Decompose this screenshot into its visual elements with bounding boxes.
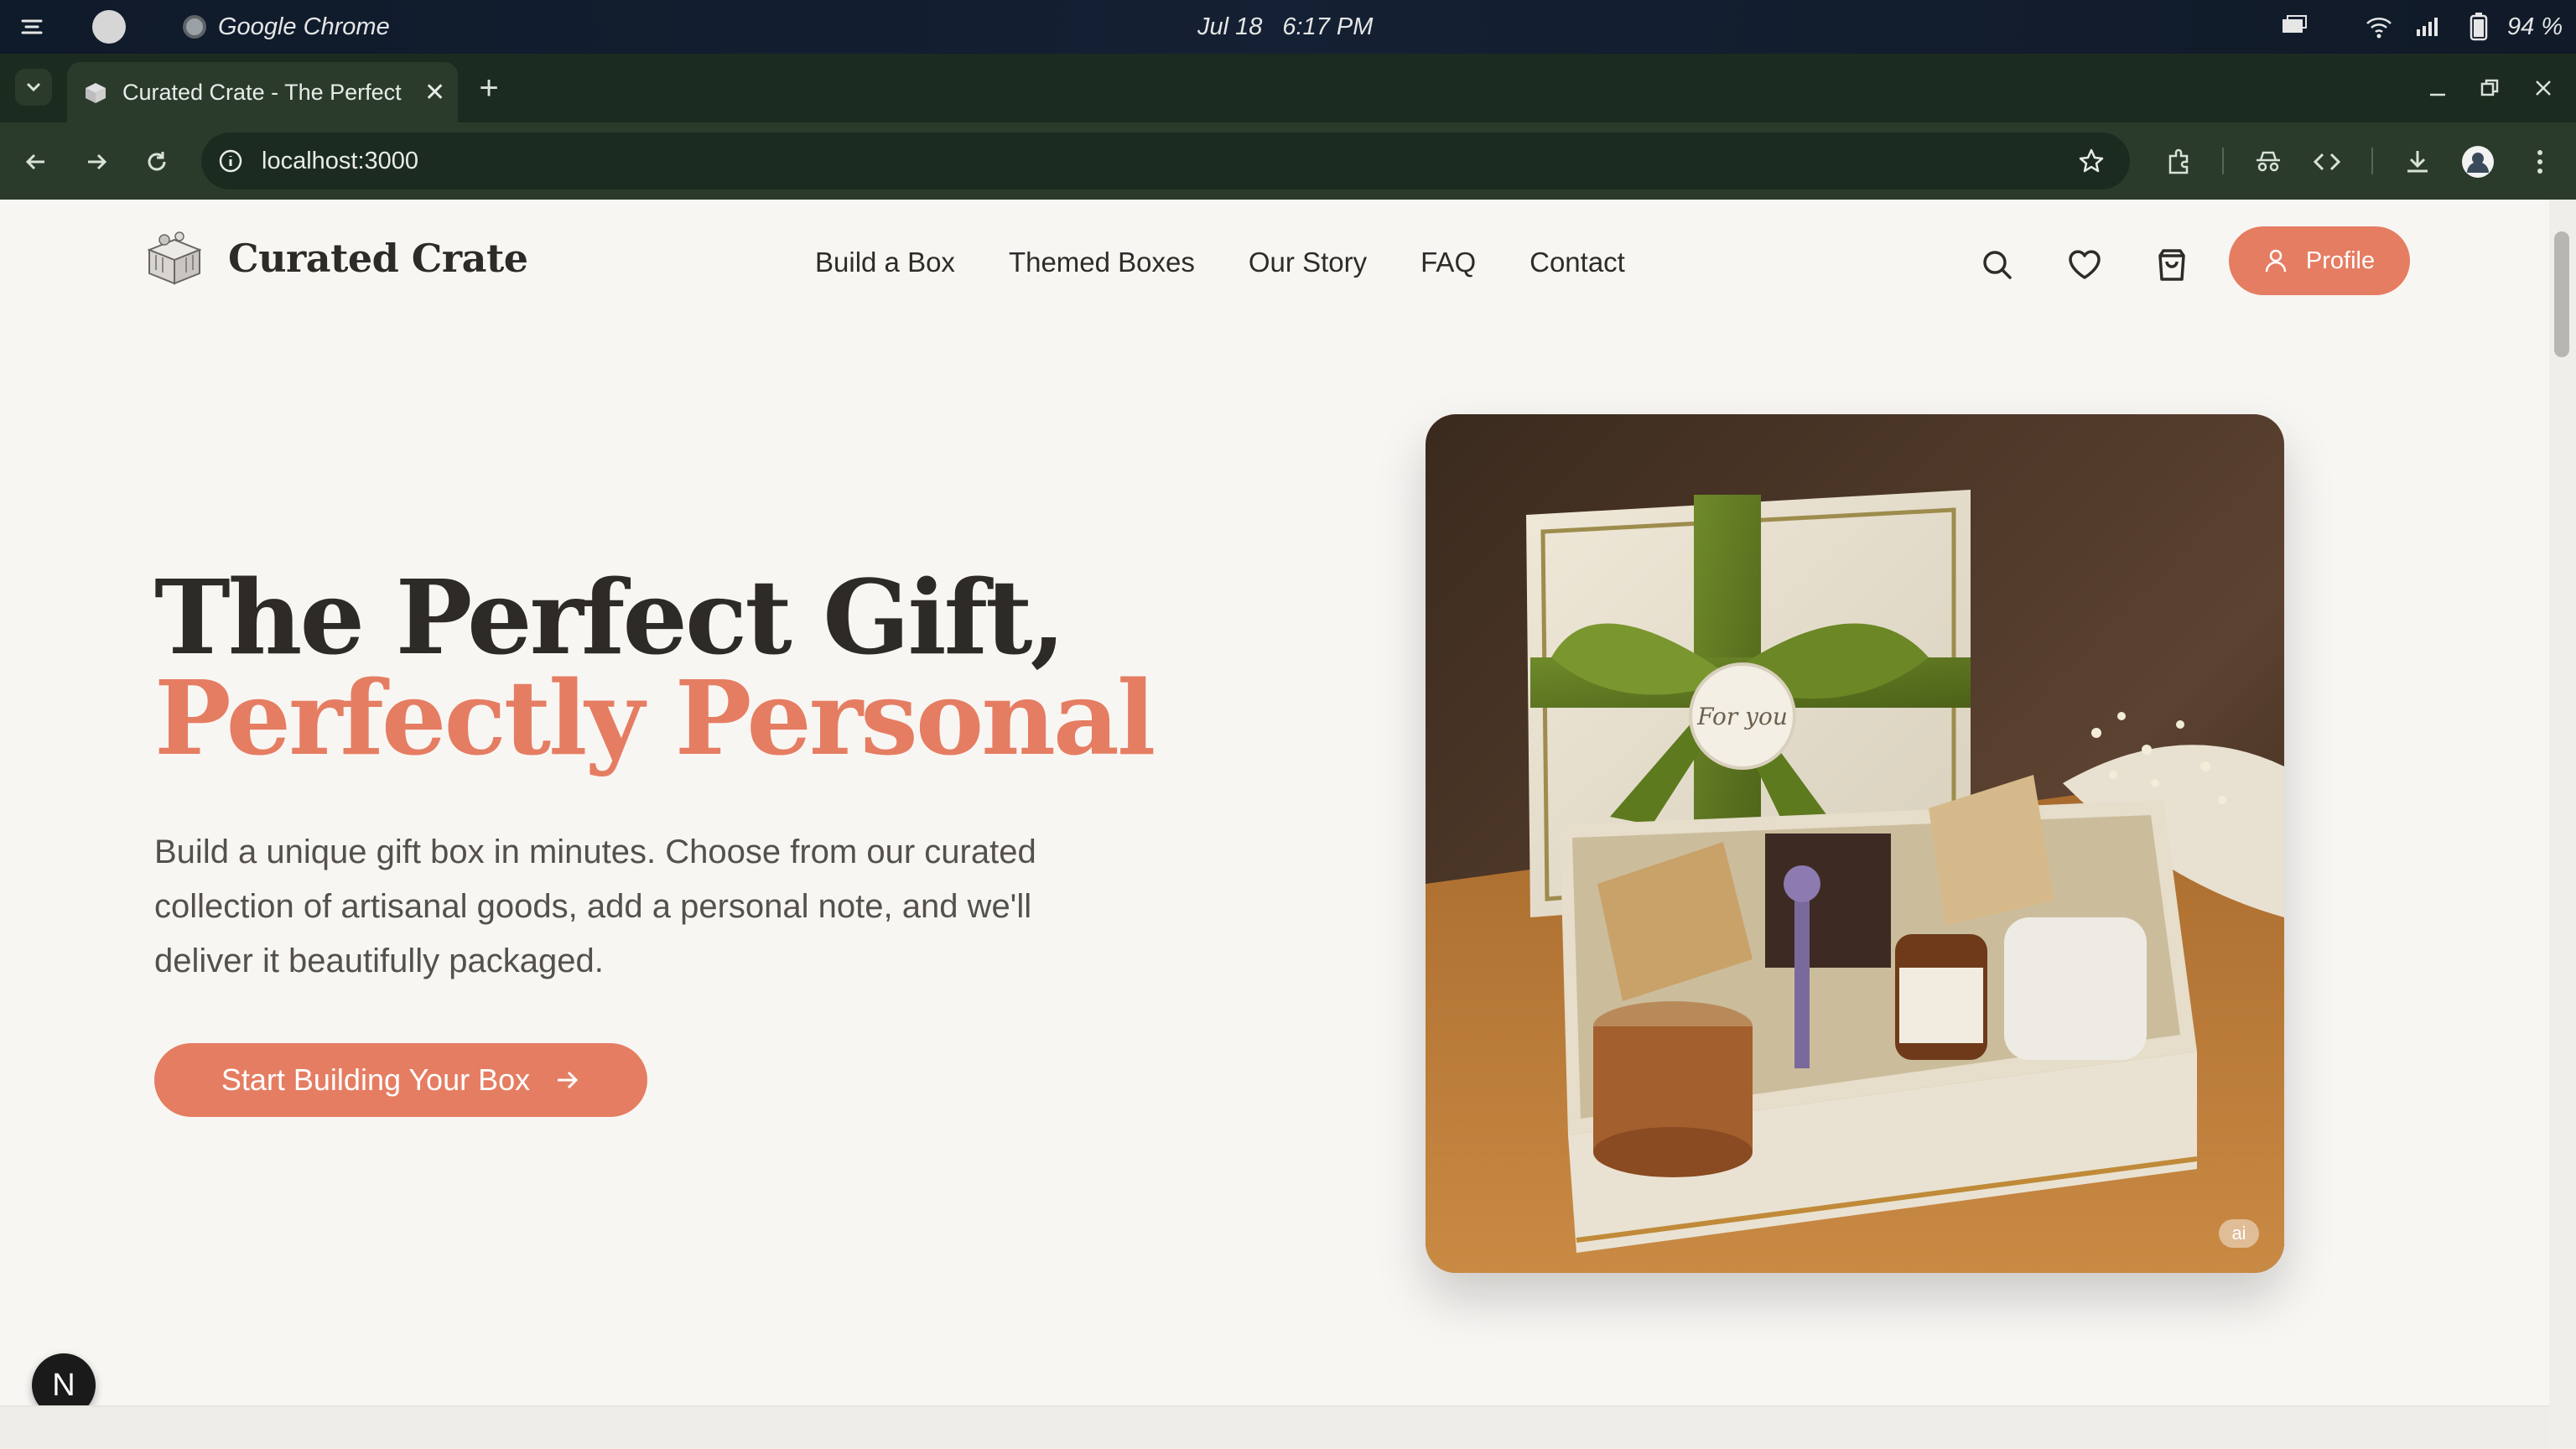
url-text: localhost:3000 bbox=[262, 147, 419, 174]
incognito-icon[interactable] bbox=[2247, 141, 2289, 183]
screen-icon[interactable] bbox=[2279, 0, 2309, 54]
nav-our-story[interactable]: Our Story bbox=[1249, 247, 1367, 278]
scrollbar-thumb[interactable] bbox=[2554, 231, 2569, 357]
chevron-down-icon bbox=[26, 82, 41, 92]
profile-button[interactable]: Profile bbox=[2229, 226, 2410, 295]
brand-name: Curated Crate bbox=[228, 236, 528, 281]
nav-faq[interactable]: FAQ bbox=[1420, 247, 1476, 278]
os-active-app[interactable]: Google Chrome bbox=[183, 0, 390, 54]
user-icon bbox=[2264, 248, 2288, 273]
new-tab-button[interactable]: + bbox=[470, 69, 508, 107]
cta-label: Start Building Your Box bbox=[221, 1062, 531, 1097]
hero-title-line1: The Perfect Gift, bbox=[154, 557, 1066, 678]
shopping-bag-icon[interactable] bbox=[2148, 242, 2195, 288]
address-bar[interactable]: localhost:3000 bbox=[201, 132, 2130, 190]
battery-percent: 94 % bbox=[2507, 13, 2563, 40]
search-icon[interactable] bbox=[1974, 242, 2021, 288]
profile-avatar[interactable] bbox=[2457, 141, 2499, 183]
battery-icon[interactable] bbox=[2469, 0, 2489, 54]
site-info-icon[interactable] bbox=[218, 148, 243, 174]
tab-title: Curated Crate - The Perfect Gift, Perfec… bbox=[122, 79, 408, 105]
gift-tag-text: For you bbox=[1696, 703, 1788, 730]
download-icon[interactable] bbox=[2397, 141, 2438, 183]
tab-search-button[interactable] bbox=[15, 69, 52, 106]
os-top-bar: Google Chrome Jul 18 6:17 PM 94 % bbox=[0, 0, 2576, 54]
next-section-edge bbox=[0, 1405, 2549, 1449]
hero-title-line2: Perfectly Personal bbox=[154, 657, 1156, 778]
wifi-icon[interactable] bbox=[2365, 0, 2393, 54]
os-menu-icon[interactable] bbox=[18, 0, 45, 54]
minimize-window-icon[interactable] bbox=[2418, 69, 2457, 107]
hero-gift-box-image: For you ai bbox=[1426, 414, 2284, 1273]
code-view-icon[interactable] bbox=[2306, 141, 2348, 183]
nav-build-a-box[interactable]: Build a Box bbox=[815, 247, 955, 278]
crate-logo-icon bbox=[144, 230, 205, 287]
forward-icon[interactable] bbox=[77, 143, 116, 181]
os-clock[interactable]: Jul 18 6:17 PM bbox=[1197, 0, 1373, 54]
os-time: 6:17 PM bbox=[1282, 13, 1374, 40]
site-logo-link[interactable]: Curated Crate bbox=[144, 230, 528, 287]
site-favicon bbox=[82, 80, 109, 105]
volume-icon[interactable] bbox=[2415, 0, 2444, 54]
nav-themed-boxes[interactable]: Themed Boxes bbox=[1009, 247, 1195, 278]
nav-contact[interactable]: Contact bbox=[1530, 247, 1625, 278]
browser-tab-active[interactable]: Curated Crate - The Perfect Gift, Perfec… bbox=[67, 62, 458, 122]
hero-title: The Perfect Gift, Perfectly Personal bbox=[154, 557, 1156, 778]
wishlist-heart-icon[interactable] bbox=[2061, 242, 2108, 288]
main-nav: Build a Box Themed Boxes Our Story FAQ C… bbox=[815, 247, 1679, 278]
browser-tab-strip: Curated Crate - The Perfect Gift, Perfec… bbox=[0, 54, 2576, 122]
chrome-icon bbox=[183, 15, 206, 39]
profile-label: Profile bbox=[2305, 247, 2376, 274]
os-workspace-indicator[interactable] bbox=[92, 0, 126, 54]
tab-close-icon[interactable]: ✕ bbox=[424, 78, 445, 107]
os-app-name: Google Chrome bbox=[218, 13, 390, 40]
toolbar-divider bbox=[2371, 148, 2373, 174]
browser-toolbar: localhost:3000 bbox=[0, 122, 2576, 200]
restore-window-icon[interactable] bbox=[2470, 69, 2509, 107]
arrow-right-icon bbox=[555, 1069, 580, 1091]
bookmark-star-icon[interactable] bbox=[2078, 148, 2105, 174]
hero-description: Build a unique gift box in minutes. Choo… bbox=[154, 834, 1036, 979]
back-icon[interactable] bbox=[17, 143, 55, 181]
ai-generated-badge: ai bbox=[2219, 1219, 2259, 1248]
web-page: Curated Crate Build a Box Themed Boxes O… bbox=[0, 200, 2549, 1449]
close-window-icon[interactable] bbox=[2524, 69, 2563, 107]
os-date: Jul 18 bbox=[1197, 13, 1263, 40]
more-options-icon[interactable] bbox=[2519, 141, 2561, 183]
start-building-button[interactable]: Start Building Your Box bbox=[154, 1043, 647, 1117]
reload-icon[interactable] bbox=[138, 143, 176, 181]
page-scrollbar[interactable] bbox=[2549, 200, 2576, 1449]
extensions-icon[interactable] bbox=[2158, 141, 2200, 183]
toolbar-divider bbox=[2222, 148, 2224, 174]
